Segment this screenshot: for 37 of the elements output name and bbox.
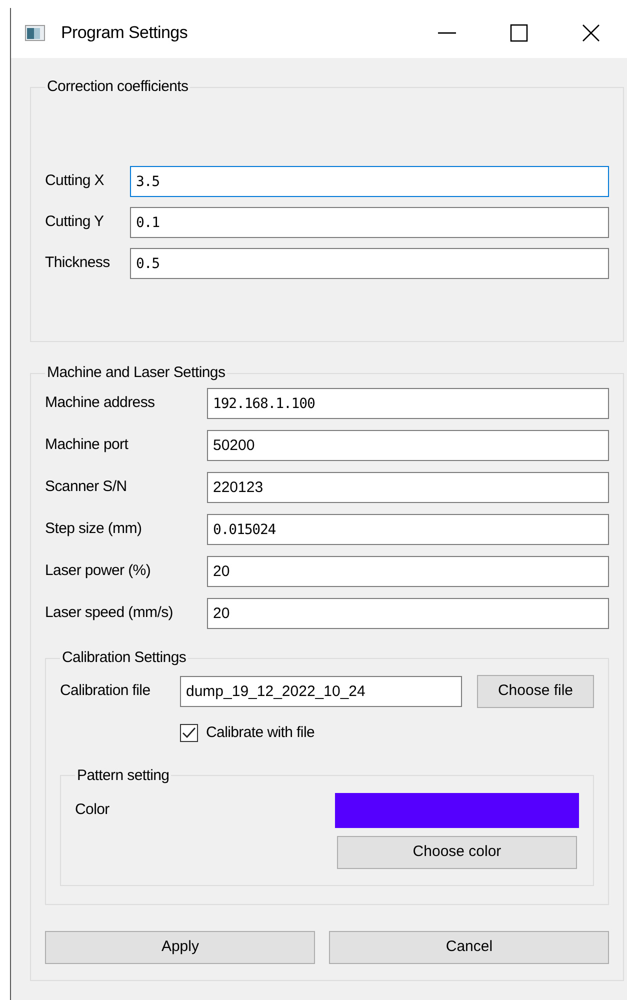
input-field[interactable]: 0.5 (130, 248, 609, 279)
field-label: Calibration file (60, 681, 152, 702)
checkbox-label: Calibrate with file (206, 723, 315, 743)
group-title: Calibration Settings (61, 649, 188, 667)
field-label: Thickness (45, 253, 111, 274)
field-label: Laser speed (mm/s) (45, 603, 174, 624)
choose-file-button[interactable]: Choose file (477, 675, 594, 708)
field-label: Scanner S/N (45, 477, 128, 498)
input-field[interactable]: 50200 (207, 430, 609, 461)
field-label: Laser power (%) (45, 561, 152, 582)
group-title: Correction coefficients (46, 78, 190, 96)
minimize-icon (438, 32, 456, 34)
file-field[interactable]: dump_19_12_2022_10_24 (180, 676, 462, 707)
field-label: Color (75, 800, 110, 820)
checkbox[interactable] (180, 724, 198, 742)
app-icon (25, 25, 45, 41)
input-field[interactable]: 0.1 (130, 207, 609, 238)
choose-color-button[interactable]: Choose color (337, 836, 577, 868)
input-field[interactable]: 0.015024 (207, 514, 609, 545)
maximize-icon (509, 23, 529, 43)
field-label: Machine address (45, 393, 156, 414)
field-label: Step size (mm) (45, 519, 143, 540)
apply-button[interactable]: Apply (45, 930, 316, 964)
input-field[interactable]: 3.5 (130, 166, 609, 197)
input-field[interactable]: 192.168.1.100 (207, 388, 609, 419)
group-title: Machine and Laser Settings (46, 364, 226, 382)
field-label: Machine port (45, 435, 130, 456)
input-field[interactable]: 220123 (207, 472, 609, 503)
input-field[interactable]: 20 (207, 598, 609, 629)
cancel-button[interactable]: Cancel (329, 930, 610, 964)
group-title: Pattern setting (76, 766, 170, 784)
close-icon (581, 23, 601, 43)
checkmark-icon (182, 727, 196, 740)
field-label: Cutting Y (45, 212, 105, 232)
input-field[interactable]: 20 (207, 556, 609, 587)
field-label: Cutting X (45, 171, 105, 192)
window-title: Program Settings (61, 22, 189, 44)
